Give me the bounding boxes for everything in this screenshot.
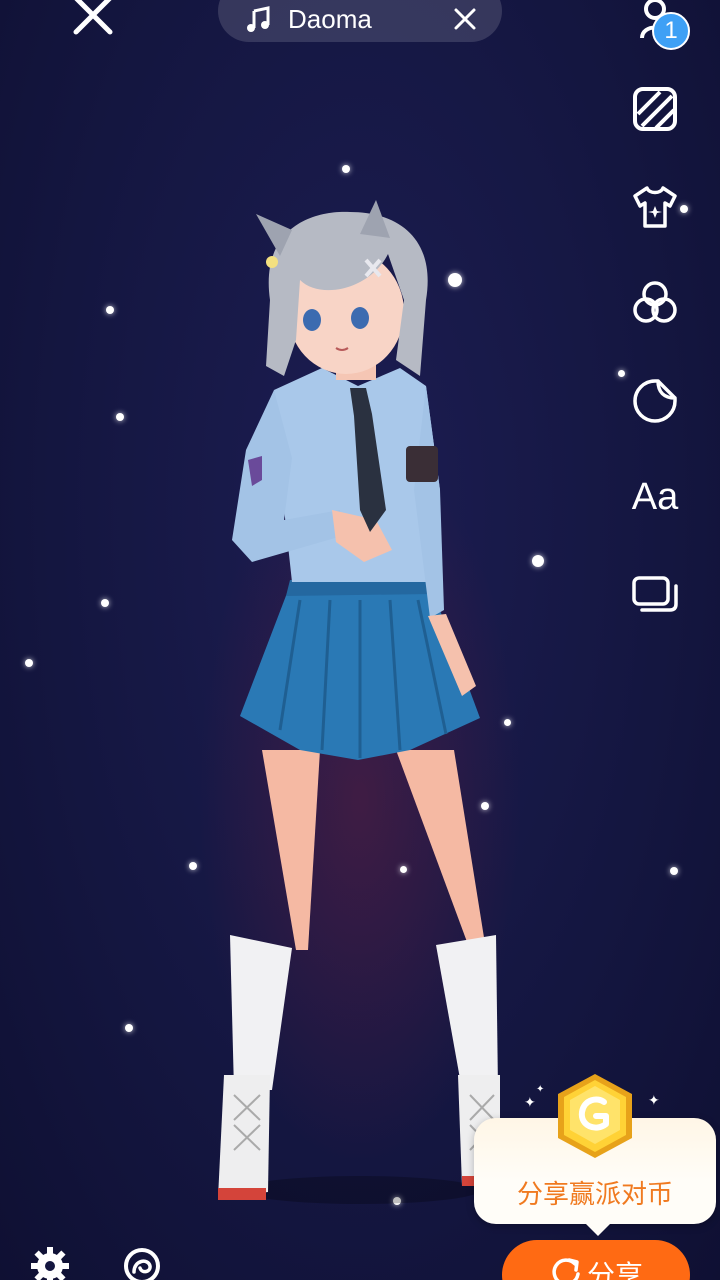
snow-particle [106, 306, 114, 314]
sparkle-icon: ✦ [524, 1094, 536, 1110]
music-note-icon [247, 6, 270, 32]
snow-particle [125, 1024, 133, 1032]
close-icon[interactable] [70, 0, 116, 38]
effects-icon[interactable] [122, 1246, 162, 1280]
sparkle-icon: ✦ [648, 1092, 660, 1108]
share-label: 分享 [586, 1259, 643, 1280]
sparkle-icon: ✦ [536, 1084, 545, 1095]
remove-music-icon[interactable] [452, 6, 478, 32]
avatar-character[interactable] [200, 190, 520, 1210]
text-button[interactable]: Aa [628, 470, 682, 524]
background-button[interactable] [628, 82, 682, 136]
snow-particle [189, 862, 197, 870]
promo-tooltip-tail [586, 1224, 610, 1236]
notification-badge: 1 [652, 12, 690, 50]
snow-particle [532, 555, 544, 567]
outfit-button[interactable] [628, 180, 682, 234]
snow-particle [342, 165, 350, 173]
snow-particle [101, 599, 109, 607]
filter-button[interactable] [628, 276, 682, 330]
layers-icon [632, 576, 678, 612]
snow-particle [670, 867, 678, 875]
snow-particle [618, 370, 625, 377]
sticker-button[interactable] [628, 374, 682, 428]
avatar-scene: Daoma 1 Aa 分享赢派对币 ✦ ✦ ✦ 分享 [0, 0, 720, 1280]
stripes-icon [633, 87, 677, 131]
music-title: Daoma [288, 3, 372, 34]
snow-particle [116, 413, 124, 421]
tshirt-icon [633, 186, 677, 228]
party-coin-icon [558, 1074, 632, 1158]
sticker-icon [633, 379, 677, 423]
music-selector[interactable]: Daoma [218, 0, 502, 42]
promo-text: 分享赢派对币 [516, 1180, 673, 1210]
snow-particle [25, 659, 33, 667]
filter-circles-icon [633, 281, 677, 323]
text-icon: Aa [631, 475, 679, 518]
share-refresh-icon [552, 1258, 580, 1280]
layers-button[interactable] [628, 568, 682, 622]
settings-gear-icon[interactable] [30, 1246, 70, 1280]
share-button[interactable]: 分享 [502, 1240, 690, 1280]
